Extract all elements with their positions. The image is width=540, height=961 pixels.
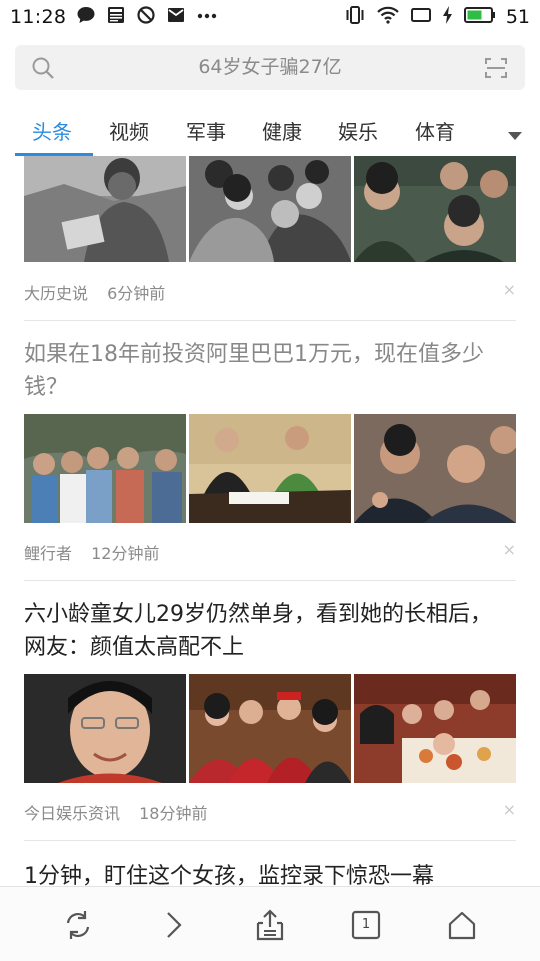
news-feed: 大历史说 6分钟前 × 如果在18年前投资阿里巴巴1万元，现在值多少钱？ 鲤行者… (0, 156, 540, 886)
news-thumbnail[interactable] (24, 414, 186, 523)
news-thumbnail[interactable] (354, 156, 516, 262)
news-headline[interactable]: 六小龄童女儿29岁仍然单身，看到她的长相后，网友：颜值太高配不上 (24, 598, 504, 664)
home-icon[interactable] (444, 907, 480, 943)
tab-health[interactable]: 健康 (262, 116, 302, 145)
news-thumbnail[interactable] (189, 156, 351, 262)
tab-military[interactable]: 军事 (186, 116, 226, 145)
tabs-icon[interactable]: 1 (348, 907, 384, 943)
news-item-images[interactable] (24, 674, 516, 783)
feed-divider (24, 840, 516, 841)
tab-entertainment[interactable]: 娱乐 (338, 116, 378, 145)
news-icon (106, 5, 126, 30)
news-source: 大历史说 (24, 284, 89, 303)
vibrate-icon (344, 5, 366, 30)
mail-icon (166, 5, 186, 30)
feed-divider (24, 320, 516, 321)
news-headline[interactable]: 1分钟，盯住这个女孩，监控录下惊恐一幕 (24, 860, 504, 886)
screen-rotate-icon (410, 5, 432, 30)
dismiss-news-icon[interactable]: × (503, 800, 516, 819)
battery-percent: 51 (505, 6, 530, 28)
news-time: 12分钟前 (91, 544, 160, 563)
feed-divider (24, 580, 516, 581)
news-meta: 鲤行者 12分钟前 (24, 540, 159, 564)
news-meta: 大历史说 6分钟前 (24, 280, 165, 304)
category-tabs: 头条 视频 军事 健康 娱乐 体育 (0, 110, 540, 156)
news-meta: 今日娱乐资讯 18分钟前 (24, 800, 207, 824)
qr-scan-icon[interactable] (484, 56, 508, 84)
news-source: 今日娱乐资讯 (24, 804, 121, 823)
forward-icon[interactable] (156, 907, 192, 943)
news-time: 18分钟前 (139, 804, 208, 823)
news-thumbnail[interactable] (189, 674, 351, 783)
share-icon[interactable] (252, 907, 288, 943)
refresh-icon[interactable] (60, 907, 96, 943)
status-time: 11:28 (10, 6, 67, 28)
news-headline[interactable]: 如果在18年前投资阿里巴巴1万元，现在值多少钱？ (24, 338, 504, 404)
tab-headlines[interactable]: 头条 (32, 116, 72, 145)
news-thumbnail[interactable] (189, 414, 351, 523)
block-icon (136, 5, 156, 30)
status-bar: 11:28 51 (0, 0, 540, 34)
more-dots-icon (196, 5, 218, 30)
charging-icon (442, 5, 454, 30)
news-thumbnail[interactable] (354, 414, 516, 523)
battery-icon (463, 5, 496, 30)
tab-video[interactable]: 视频 (109, 116, 149, 145)
search-placeholder[interactable]: 64岁女子骗27亿 (15, 45, 525, 90)
news-thumbnail[interactable] (354, 674, 516, 783)
search-bar[interactable]: 64岁女子骗27亿 (15, 45, 525, 90)
dismiss-news-icon[interactable]: × (503, 540, 516, 559)
news-item-images[interactable] (24, 156, 516, 262)
bottom-toolbar: 1 (0, 886, 540, 961)
news-thumbnail[interactable] (24, 156, 186, 262)
wifi-icon (376, 5, 400, 30)
news-source: 鲤行者 (24, 544, 73, 563)
news-thumbnail[interactable] (24, 674, 186, 783)
more-tabs-dropdown-icon[interactable] (507, 126, 523, 145)
chat-icon (76, 5, 96, 30)
tab-count: 1 (361, 917, 371, 932)
tab-sports[interactable]: 体育 (415, 116, 455, 145)
dismiss-news-icon[interactable]: × (503, 280, 516, 299)
news-time: 6分钟前 (107, 284, 166, 303)
news-item-images[interactable] (24, 414, 516, 523)
